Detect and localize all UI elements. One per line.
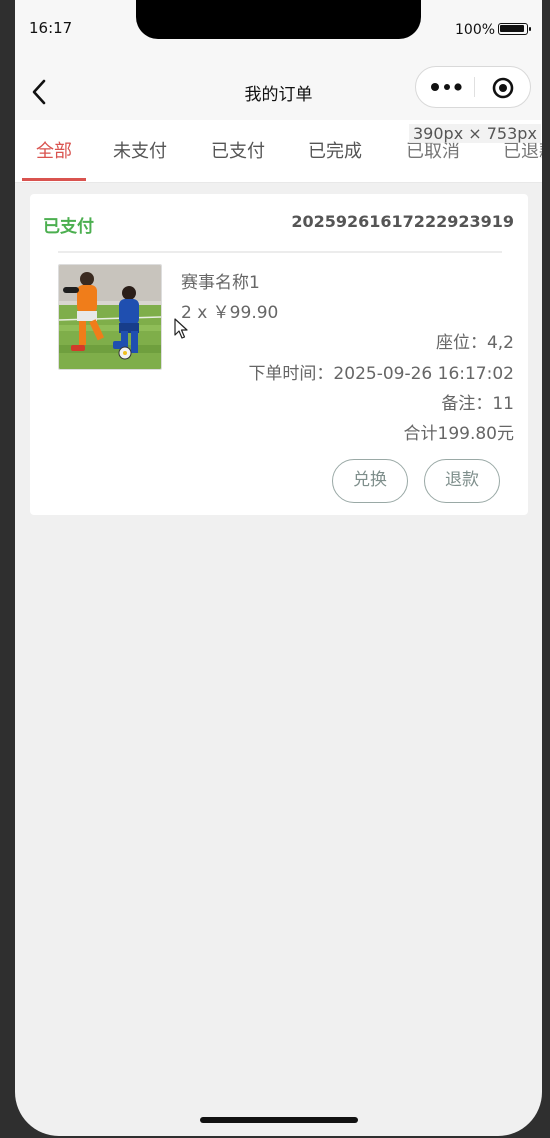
phone-screen: 16:17 100% 我的订单 全部 未支付 已支付 已完成 已取消 已退 39… [15,0,542,1136]
refund-button[interactable]: 退款 [424,459,500,503]
mouse-cursor-icon [174,318,188,339]
soccer-players-image [59,265,161,369]
mini-program-capsule [415,66,531,108]
order-number: 20259261617222923919 [291,212,514,231]
capsule-divider [474,77,475,97]
order-total: 合计199.80元 [403,424,514,444]
more-icon[interactable] [430,79,464,95]
close-target-icon[interactable] [492,77,514,99]
battery-percent: 100% [455,22,496,38]
notch [136,0,421,39]
order-card[interactable]: 已支付 20259261617222923919 赛事名称1 2 x ￥99.9… [30,194,528,515]
quantity-price: 2 x ￥99.90 [181,303,279,323]
home-indicator [200,1117,358,1123]
card-divider [58,251,502,253]
viewport-size-label: 390px × 753px [409,124,541,143]
tab-paid[interactable]: 已支付 [211,137,265,163]
tab-unpaid[interactable]: 未支付 [113,137,167,163]
order-time: 下单时间：2025-09-26 16:17:02 [248,364,514,384]
battery-icon [498,23,531,35]
seat-info: 座位：4,2 [435,333,514,353]
order-status: 已支付 [43,217,94,237]
active-tab-indicator [22,178,86,181]
event-name: 赛事名称1 [181,273,260,293]
exchange-button[interactable]: 兑换 [332,459,408,503]
order-note: 备注：11 [441,394,514,414]
tab-completed[interactable]: 已完成 [308,137,362,163]
event-thumbnail[interactable] [58,264,162,370]
status-time: 16:17 [29,19,73,37]
tab-all[interactable]: 全部 [36,137,72,163]
